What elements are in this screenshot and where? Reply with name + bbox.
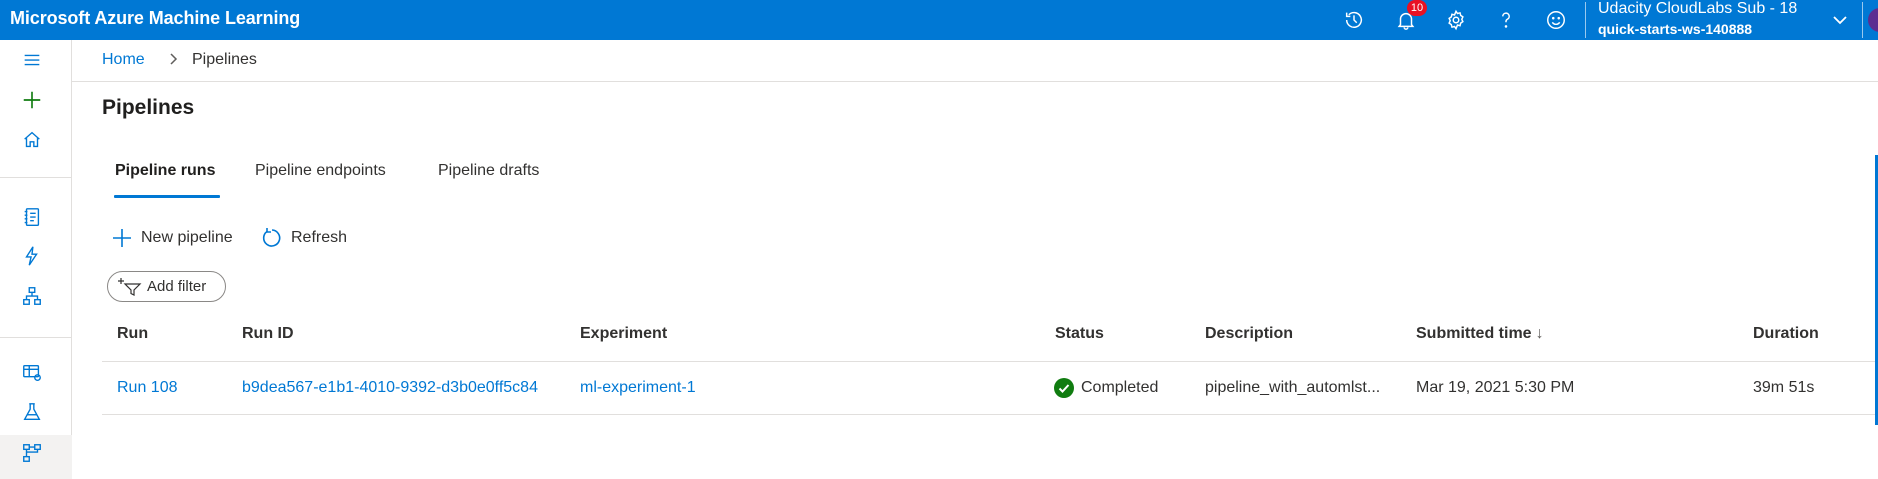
chevron-down-icon[interactable]	[1830, 10, 1850, 30]
help-icon[interactable]	[1490, 4, 1522, 36]
hamburger-icon[interactable]	[14, 44, 50, 76]
datasets-icon[interactable]	[14, 357, 50, 389]
avatar[interactable]	[1868, 8, 1878, 32]
tab-pipeline-drafts[interactable]: Pipeline drafts	[438, 162, 539, 180]
topbar-divider	[1585, 2, 1586, 38]
tab-pipeline-endpoints[interactable]: Pipeline endpoints	[255, 162, 386, 180]
description-text: pipeline_with_automlst...	[1205, 379, 1381, 396]
notebook-icon[interactable]	[14, 201, 50, 233]
left-nav	[0, 40, 72, 479]
history-icon[interactable]	[1338, 4, 1370, 36]
duration-text: 39m 51s	[1753, 379, 1815, 396]
experiments-icon[interactable]	[14, 396, 50, 428]
table-row-divider	[102, 414, 1878, 415]
designer-icon[interactable]	[14, 280, 50, 312]
column-header-status[interactable]: Status	[1055, 325, 1104, 343]
home-icon[interactable]	[14, 124, 50, 156]
top-bar: Microsoft Azure Machine Learning 10 Udac…	[0, 0, 1878, 40]
table-header-divider	[102, 361, 1878, 362]
column-header-run[interactable]: Run	[117, 325, 148, 343]
tab-pipeline-runs[interactable]: Pipeline runs	[115, 162, 215, 180]
breadcrumb: Home Pipelines	[72, 40, 1878, 82]
run-link[interactable]: Run 108	[117, 379, 178, 397]
active-tab-indicator	[114, 195, 220, 198]
pipelines-icon[interactable]	[14, 437, 50, 469]
column-header-duration[interactable]: Duration	[1753, 325, 1819, 343]
page-title: Pipelines	[102, 96, 195, 119]
topbar-divider	[1862, 2, 1863, 38]
app-title[interactable]: Microsoft Azure Machine Learning	[10, 8, 300, 29]
add-filter-label: Add filter	[147, 278, 207, 295]
refresh-button[interactable]: Refresh	[261, 226, 347, 250]
chevron-right-icon	[166, 52, 180, 66]
breadcrumb-current: Pipelines	[192, 51, 257, 68]
add-filter-button[interactable]: Add filter	[107, 271, 226, 302]
status-text: Completed	[1081, 379, 1159, 396]
workspace-name: quick-starts-ws-140888	[1598, 21, 1753, 37]
plus-icon	[113, 229, 131, 247]
submitted-time-text: Mar 19, 2021 5:30 PM	[1416, 379, 1575, 396]
new-pipeline-label: New pipeline	[141, 229, 233, 246]
column-header-run-id[interactable]: Run ID	[242, 325, 294, 343]
completed-check-icon	[1054, 378, 1074, 398]
experiment-link[interactable]: ml-experiment-1	[580, 379, 696, 397]
filter-icon	[118, 278, 142, 296]
nav-divider	[0, 337, 72, 338]
bell-icon[interactable]: 10	[1390, 0, 1427, 36]
new-pipeline-button[interactable]: New pipeline	[111, 226, 233, 250]
gear-icon[interactable]	[1440, 4, 1472, 36]
run-id-link[interactable]: b9dea567-e1b1-4010-9392-d3b0e0ff5c84	[242, 379, 538, 397]
nav-divider	[0, 177, 72, 178]
column-header-submitted-time[interactable]: Submitted time ↓	[1416, 325, 1544, 343]
sort-descending-icon: ↓	[1535, 325, 1544, 342]
notification-count-badge: 10	[1407, 0, 1427, 16]
submitted-time-label: Submitted time	[1416, 325, 1532, 342]
breadcrumb-home-link[interactable]: Home	[102, 51, 145, 69]
column-header-description[interactable]: Description	[1205, 325, 1293, 343]
feedback-smiley-icon[interactable]	[1540, 4, 1572, 36]
refresh-icon	[262, 228, 281, 247]
refresh-label: Refresh	[291, 229, 348, 246]
plus-icon[interactable]	[14, 84, 50, 116]
column-header-experiment[interactable]: Experiment	[580, 325, 667, 343]
automl-icon[interactable]	[14, 240, 50, 272]
subscription-name: Udacity CloudLabs Sub - 18	[1598, 0, 1798, 17]
